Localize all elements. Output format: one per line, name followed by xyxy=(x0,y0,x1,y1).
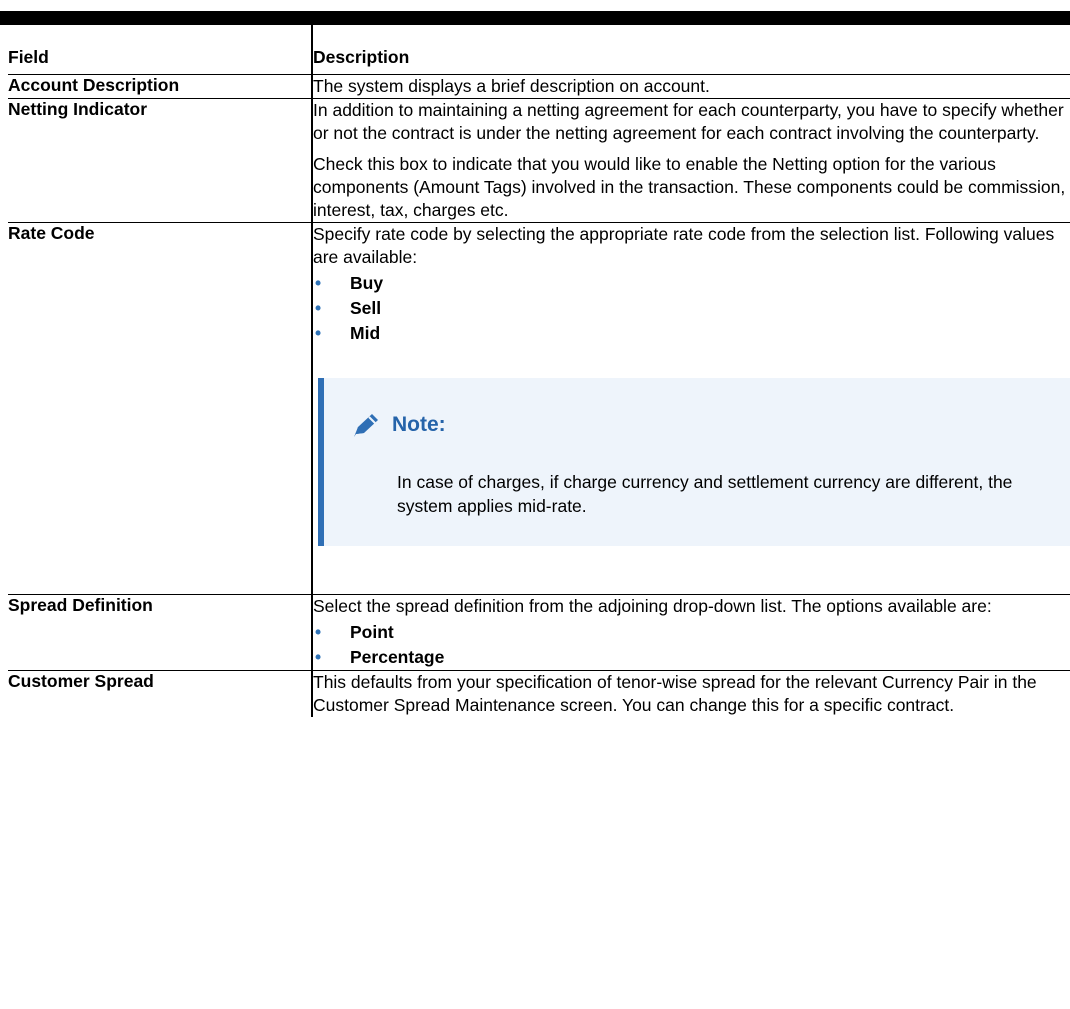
rate-code-options: • Buy • Sell • Mid xyxy=(313,271,1070,345)
desc-netting-indicator: In addition to maintaining a netting agr… xyxy=(311,98,1070,223)
bullet-icon: • xyxy=(315,298,322,318)
table-header-row: Field Description xyxy=(8,25,1070,75)
list-item: • Mid xyxy=(315,323,381,343)
desc-customer-spread: This defaults from your specification of… xyxy=(311,670,1070,717)
spread-definition-options: • Point • Percentage xyxy=(313,620,1070,669)
header-description: Description xyxy=(311,25,1070,75)
table-row: Rate Code Specify rate code by selecting… xyxy=(8,222,1070,595)
field-spread-definition: Spread Definition xyxy=(8,594,312,671)
field-netting-indicator: Netting Indicator xyxy=(8,98,312,223)
list-item: • Sell xyxy=(315,298,382,318)
bullet-icon: • xyxy=(315,622,322,642)
table-row: Customer Spread This defaults from your … xyxy=(8,670,1070,717)
desc-account-description: The system displays a brief description … xyxy=(311,74,1070,99)
field-account-description: Account Description xyxy=(8,74,312,99)
top-rule xyxy=(0,11,1070,25)
pencil-icon xyxy=(354,414,378,437)
table-row: Account Description The system displays … xyxy=(8,74,1070,99)
desc-paragraph: Check this box to indicate that you woul… xyxy=(313,154,1066,220)
note-text: In case of charges, if charge currency a… xyxy=(397,472,1013,516)
desc-paragraph: The system displays a brief description … xyxy=(313,76,710,96)
bullet-icon: • xyxy=(315,273,322,293)
desc-paragraph: This defaults from your specification of… xyxy=(313,672,1037,715)
table-row: Netting Indicator In addition to maintai… xyxy=(8,98,1070,223)
desc-paragraph: Select the spread definition from the ad… xyxy=(313,596,992,616)
field-customer-spread: Customer Spread xyxy=(8,670,312,717)
desc-paragraph: In addition to maintaining a netting agr… xyxy=(313,100,1064,143)
desc-paragraph: Specify rate code by selecting the appro… xyxy=(313,224,1055,267)
desc-rate-code: Specify rate code by selecting the appro… xyxy=(311,222,1070,595)
header-field: Field xyxy=(8,25,312,75)
field-rate-code: Rate Code xyxy=(8,222,312,595)
note-title: Note: xyxy=(352,412,446,438)
bullet-icon: • xyxy=(315,323,322,343)
bullet-icon: • xyxy=(315,647,322,667)
list-item: • Buy xyxy=(315,273,384,293)
desc-spread-definition: Select the spread definition from the ad… xyxy=(311,594,1070,671)
table-row: Spread Definition Select the spread defi… xyxy=(8,594,1070,671)
list-item: • Point xyxy=(315,622,394,642)
list-item: • Percentage xyxy=(315,647,445,667)
note-box: Note: In case of charges, if charge curr… xyxy=(318,378,1070,546)
field-description-table: Field Description Account Description Th… xyxy=(8,25,1070,717)
